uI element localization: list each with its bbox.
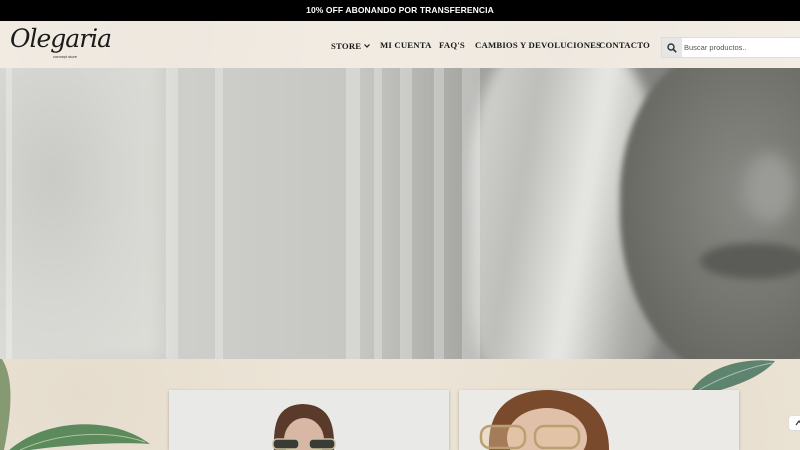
hero-stripe bbox=[6, 68, 12, 359]
logo-wordmark: Olegaria bbox=[10, 24, 112, 53]
nav-item-label: CONTACTO bbox=[599, 40, 650, 50]
nav-item-cambios-y-devoluciones[interactable]: CAMBIOS Y DEVOLUCIONES bbox=[475, 38, 601, 52]
hero-stripe bbox=[462, 68, 480, 359]
model-with-glasses-photo bbox=[459, 390, 739, 450]
promo-bar: 10% OFF ABONANDO POR TRANSFERENCIA bbox=[0, 0, 800, 21]
hero-stripe bbox=[166, 68, 178, 359]
product-card[interactable] bbox=[169, 390, 449, 450]
logo[interactable]: Olegaria concept store bbox=[10, 24, 112, 64]
search-button[interactable] bbox=[662, 38, 682, 57]
hero-banner-photo bbox=[0, 68, 800, 359]
product-card[interactable] bbox=[459, 390, 739, 450]
nav-item-label: MI CUENTA bbox=[380, 40, 432, 50]
search-icon bbox=[667, 43, 677, 53]
hero-ghost-figure bbox=[0, 68, 160, 358]
scroll-top-button[interactable] bbox=[788, 415, 800, 431]
site-header: Olegaria concept store STORE MI CUENTA F… bbox=[0, 21, 800, 68]
nav-item-contacto[interactable]: CONTACTO bbox=[599, 38, 650, 52]
hero-nose bbox=[745, 153, 795, 223]
promo-text: 10% OFF ABONANDO POR TRANSFERENCIA bbox=[306, 5, 494, 15]
chevron-down-icon bbox=[364, 38, 371, 52]
hero-stripe bbox=[434, 68, 444, 359]
nav-item-label: STORE bbox=[331, 41, 362, 51]
nav-item-store[interactable]: STORE bbox=[331, 38, 371, 53]
leaf-decoration bbox=[9, 424, 150, 450]
model-with-sunglasses-photo bbox=[169, 390, 449, 450]
scroll-icon bbox=[795, 420, 800, 426]
hero-stripe bbox=[346, 68, 360, 359]
hero-stripe bbox=[215, 68, 223, 359]
search-input[interactable] bbox=[684, 39, 800, 56]
logo-tagline: concept store bbox=[53, 54, 78, 59]
nav-item-mi-cuenta[interactable]: MI CUENTA bbox=[380, 38, 432, 52]
hero-stripe bbox=[374, 68, 382, 359]
nav-item-faqs[interactable]: FAQ'S bbox=[439, 38, 465, 52]
product-search bbox=[661, 37, 800, 58]
nav-item-label: FAQ'S bbox=[439, 40, 465, 50]
hero-lips bbox=[700, 243, 800, 279]
nav-item-label: CAMBIOS Y DEVOLUCIONES bbox=[475, 40, 602, 50]
hero-stripe bbox=[400, 68, 412, 359]
